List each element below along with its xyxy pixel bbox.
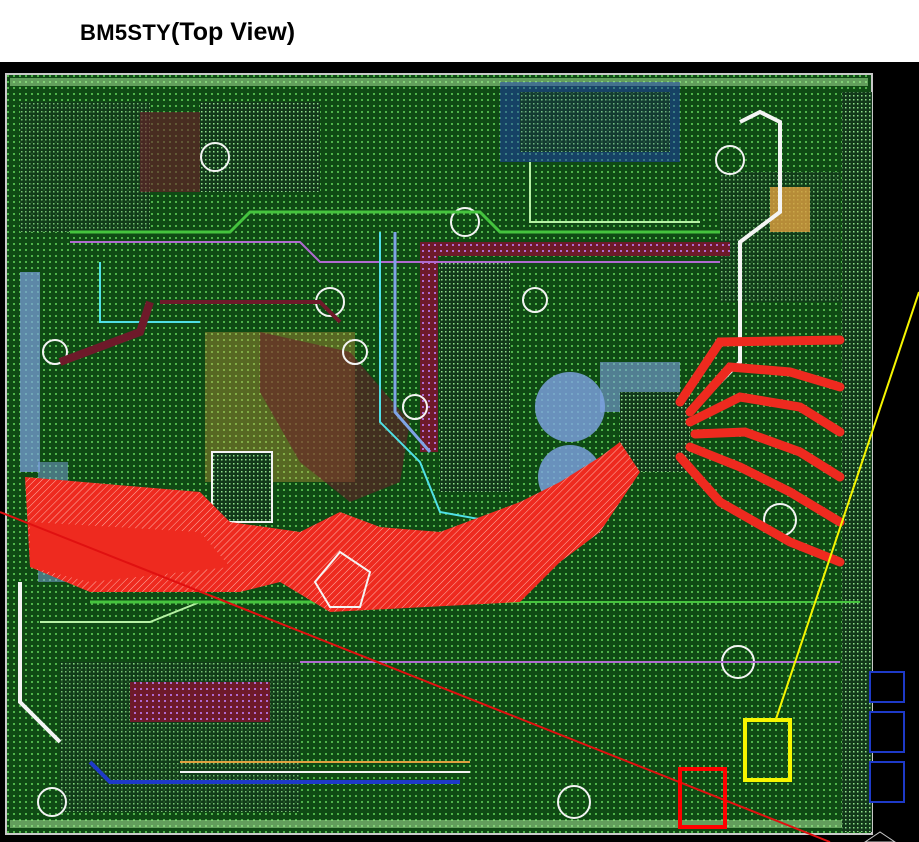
pcb-layout-canvas <box>0 62 919 842</box>
view-label: (Top View) <box>171 18 296 46</box>
blue-connector-3 <box>869 761 905 803</box>
right-connector-column <box>842 92 872 832</box>
pcb-layout-view <box>0 62 919 842</box>
blue-connector-1 <box>869 671 905 703</box>
component-cluster <box>20 102 150 232</box>
board-name: BM5STY <box>80 20 172 45</box>
component-cluster <box>200 102 320 192</box>
top-edge-pads <box>10 78 868 86</box>
component-cluster <box>520 92 670 152</box>
maroon-trace-bus <box>420 242 730 256</box>
blue-plane <box>20 272 40 472</box>
cpu-socket <box>211 451 273 523</box>
blue-plane <box>535 372 605 442</box>
maroon-trace-bus <box>420 252 438 452</box>
orange-component <box>770 187 810 232</box>
bottom-edge-pads <box>10 820 868 828</box>
maroon-plane <box>130 682 270 722</box>
blue-connector-2 <box>869 711 905 753</box>
dimm-slot-area <box>440 262 510 492</box>
page-title: BM5STY(Top View) <box>80 10 295 58</box>
